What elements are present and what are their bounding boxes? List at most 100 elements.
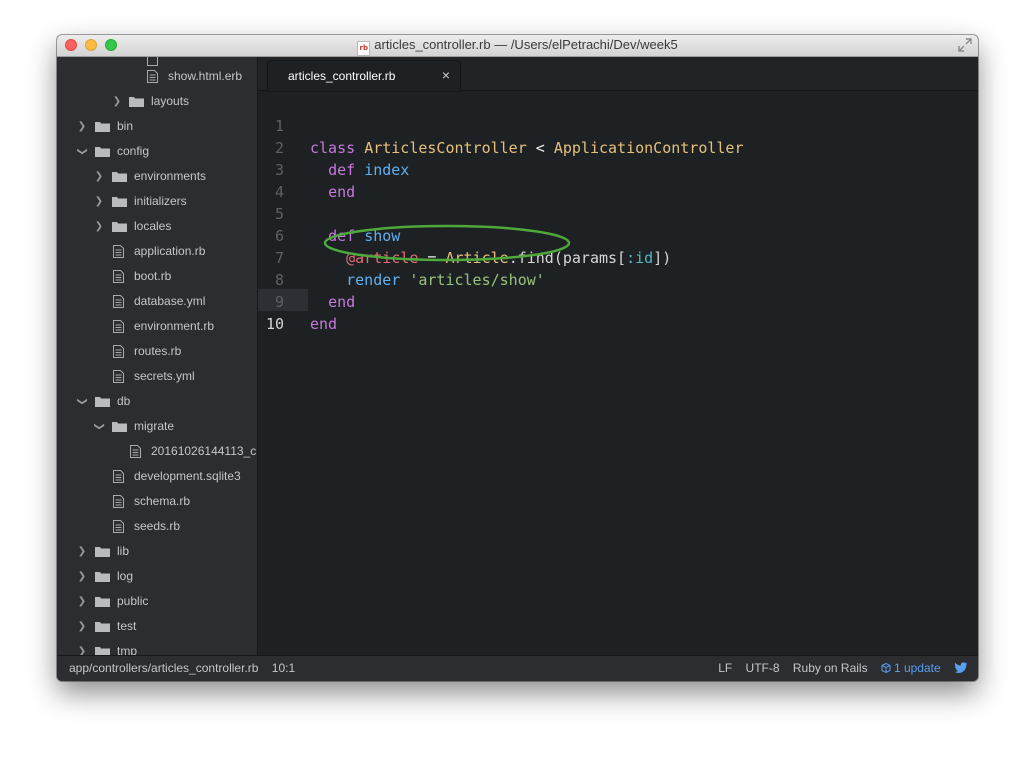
chevron-right-icon[interactable]: ❯ bbox=[77, 639, 87, 655]
tree-file-development-sqlite3[interactable]: development.sqlite3 bbox=[57, 464, 257, 489]
code-editor[interactable]: articles_controller.rb × 1 class Article… bbox=[258, 57, 978, 655]
code-text: end bbox=[310, 315, 338, 333]
chevron-right-icon[interactable]: ❯ bbox=[94, 214, 104, 239]
tree-file-database-yml[interactable]: database.yml bbox=[57, 289, 257, 314]
tree-item-label: layouts bbox=[151, 94, 190, 108]
status-update-label: 1 update bbox=[893, 661, 941, 675]
tree-file-environment-rb[interactable]: environment.rb bbox=[57, 314, 257, 339]
tree-item-label: db bbox=[117, 394, 131, 408]
tree-folder-migrate[interactable]: ❯ migrate bbox=[57, 414, 257, 439]
title-bar: rb articles_controller.rb — /Users/elPetr… bbox=[57, 35, 978, 57]
tree-item-label: lib bbox=[117, 544, 130, 558]
tree-folder-locales[interactable]: ❯ locales bbox=[57, 214, 257, 239]
tree-item-label: seeds.rb bbox=[134, 519, 181, 533]
chevron-right-icon[interactable]: ❯ bbox=[112, 89, 122, 114]
status-line-ending[interactable]: LF bbox=[718, 656, 732, 681]
file-icon bbox=[113, 370, 124, 383]
folder-icon bbox=[95, 622, 110, 632]
file-icon bbox=[130, 445, 141, 458]
tree-file-secrets-yml[interactable]: secrets.yml bbox=[57, 364, 257, 389]
tree-file-routes-rb[interactable]: routes.rb bbox=[57, 339, 257, 364]
folder-icon bbox=[95, 597, 110, 607]
code-line-1[interactable]: 1 class ArticlesController < Application… bbox=[258, 93, 978, 157]
file-icon bbox=[113, 495, 124, 508]
tree-file-boot-rb[interactable]: boot.rb bbox=[57, 264, 257, 289]
code-line-5[interactable]: 5 def show bbox=[258, 181, 978, 245]
code-line-3[interactable]: 3 end bbox=[258, 137, 978, 201]
tree-item-label: application.rb bbox=[134, 244, 206, 258]
folder-icon bbox=[95, 572, 110, 582]
tree-folder-bin[interactable]: ❯ bin bbox=[57, 114, 257, 139]
status-grammar[interactable]: Ruby on Rails bbox=[793, 656, 868, 681]
chevron-right-icon[interactable]: ❯ bbox=[77, 114, 87, 139]
window-title: rb articles_controller.rb — /Users/elPetr… bbox=[57, 37, 978, 56]
tree-folder-lib[interactable]: ❯ lib bbox=[57, 539, 257, 564]
status-file-path[interactable]: app/controllers/articles_controller.rb bbox=[69, 661, 258, 675]
tree-item-label: tmp bbox=[117, 644, 138, 655]
folder-icon bbox=[112, 172, 127, 182]
status-right: LF UTF-8 Ruby on Rails 1 update bbox=[708, 656, 968, 681]
tree-item-label: public bbox=[117, 594, 149, 608]
tree-file-application-rb[interactable]: application.rb bbox=[57, 239, 257, 264]
tree-folder-layouts[interactable]: ❯ layouts bbox=[57, 89, 257, 114]
tree-file-show-html-erb[interactable]: show.html.erb bbox=[57, 64, 257, 89]
code-line-2[interactable]: 2 def index bbox=[258, 115, 978, 179]
chevron-right-icon[interactable]: ❯ bbox=[94, 189, 104, 214]
tree-item-label: bin bbox=[117, 119, 134, 133]
fullscreen-icon[interactable] bbox=[958, 38, 972, 52]
file-icon bbox=[113, 320, 124, 333]
tab-label: articles_controller.rb bbox=[288, 69, 396, 83]
folder-icon bbox=[112, 197, 127, 207]
editor-window: rb articles_controller.rb — /Users/elPetr… bbox=[57, 35, 978, 681]
folder-icon bbox=[112, 422, 127, 432]
tree-item-label: boot.rb bbox=[134, 269, 172, 283]
code-line-4[interactable]: 4 bbox=[258, 159, 978, 201]
status-bar: app/controllers/articles_controller.rb 1… bbox=[57, 655, 978, 681]
status-cursor-position[interactable]: 10:1 bbox=[272, 656, 295, 681]
tree-folder-public[interactable]: ❯ public bbox=[57, 589, 257, 614]
folder-icon bbox=[95, 122, 110, 132]
tree-folder-environments[interactable]: ❯ environments bbox=[57, 164, 257, 189]
tree-item-label: 20161026144113_c bbox=[151, 444, 257, 458]
tree-file-schema-rb[interactable]: schema.rb bbox=[57, 489, 257, 514]
tab-articles-controller[interactable]: articles_controller.rb × bbox=[268, 61, 460, 91]
chevron-down-icon[interactable]: ❯ bbox=[87, 422, 112, 432]
file-icon bbox=[113, 520, 124, 533]
bird-icon[interactable] bbox=[954, 662, 968, 674]
chevron-right-icon[interactable]: ❯ bbox=[77, 539, 87, 564]
tree-file-migration[interactable]: 20161026144113_c bbox=[57, 439, 257, 464]
tree-item-label: test bbox=[117, 619, 137, 633]
tree-folder-log[interactable]: ❯ log bbox=[57, 564, 257, 589]
folder-icon bbox=[95, 647, 110, 655]
chevron-right-icon[interactable]: ❯ bbox=[94, 164, 104, 189]
code-line-10[interactable]: 10 bbox=[258, 291, 978, 333]
tree-folder-db[interactable]: ❯ db bbox=[57, 389, 257, 414]
file-icon bbox=[113, 270, 124, 283]
code-line-9[interactable]: 9 end bbox=[258, 269, 978, 333]
tree-folder-tmp[interactable]: ❯ tmp bbox=[57, 639, 257, 655]
status-update[interactable]: 1 update bbox=[881, 656, 941, 681]
package-icon bbox=[881, 663, 891, 673]
tree-folder-initializers[interactable]: ❯ initializers bbox=[57, 189, 257, 214]
folder-icon bbox=[95, 147, 110, 157]
tree-item-label: config bbox=[117, 144, 150, 158]
tree-item-label: locales bbox=[134, 219, 172, 233]
tree-folder-config[interactable]: ❯ config bbox=[57, 139, 257, 164]
tree-file-seeds-rb[interactable]: seeds.rb bbox=[57, 514, 257, 539]
chevron-down-icon[interactable]: ❯ bbox=[70, 397, 95, 407]
tree-folder-test[interactable]: ❯ test bbox=[57, 614, 257, 639]
tree-item-label: migrate bbox=[134, 419, 175, 433]
chevron-right-icon[interactable]: ❯ bbox=[77, 589, 87, 614]
tree-item-label: log bbox=[117, 569, 134, 583]
tree-item-label: show.html.erb bbox=[168, 69, 243, 83]
file-icon bbox=[113, 470, 124, 483]
chevron-right-icon[interactable]: ❯ bbox=[77, 564, 87, 589]
status-encoding[interactable]: UTF-8 bbox=[746, 656, 780, 681]
chevron-right-icon[interactable]: ❯ bbox=[77, 614, 87, 639]
tree-item-label: schema.rb bbox=[134, 494, 191, 508]
chevron-down-icon[interactable]: ❯ bbox=[70, 147, 95, 157]
close-tab-icon[interactable]: × bbox=[442, 68, 450, 82]
tree-item-label: environment.rb bbox=[134, 319, 215, 333]
folder-icon bbox=[112, 222, 127, 232]
file-tree-sidebar: show.html.erb ❯ layouts ❯ bin ❯ config ❯… bbox=[57, 57, 258, 655]
